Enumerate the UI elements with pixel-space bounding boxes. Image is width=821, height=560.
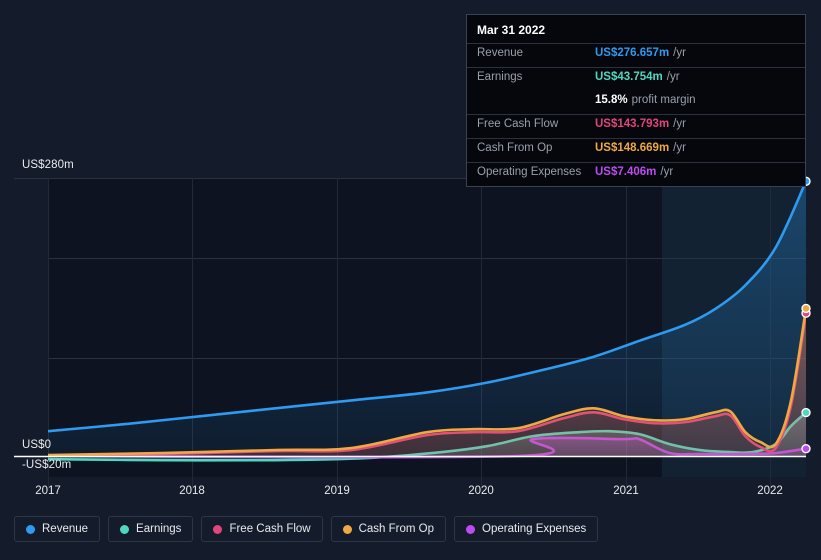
y-axis-bottom-label: -US$20m	[22, 459, 72, 471]
x-axis-tick-2019: 2019	[324, 485, 350, 497]
tooltip-value-revenue: US$276.657m	[595, 47, 670, 59]
financial-chart-page: US$280m US$0 -US$20m 2017 2018 2019 2020 202…	[0, 0, 821, 560]
legend-label: Free Cash Flow	[229, 523, 311, 535]
legend-label: Revenue	[42, 523, 89, 535]
legend-item-operating-expenses[interactable]: Operating Expenses	[454, 516, 599, 542]
tooltip-date: Mar 31 2022	[477, 23, 546, 37]
x-axis-tick-2018: 2018	[179, 485, 205, 497]
tooltip-key-revenue: Revenue	[477, 47, 524, 59]
legend-label: Operating Expenses	[482, 523, 587, 535]
x-axis-tick-2017: 2017	[35, 485, 61, 497]
legend-color-dot-icon	[213, 524, 223, 534]
tooltip-unit-earnings: /yr	[666, 71, 680, 83]
chart-legend: Revenue Earnings Free Cash Flow Cash From O…	[14, 516, 599, 542]
endpoint-marker-earnings[interactable]	[801, 407, 811, 418]
tooltip-row-profit-margin: 15.8% profit margin	[467, 91, 805, 114]
tooltip-label-profit-margin: profit margin	[631, 94, 696, 106]
tooltip-value-cash-from-op: US$148.669m	[595, 142, 670, 154]
tooltip-unit-cash-from-op: /yr	[673, 142, 686, 154]
y-axis-zero-label: US$0	[22, 439, 52, 451]
x-axis-tick-2020: 2020	[468, 485, 494, 497]
endpoint-marker-cash-from-op[interactable]	[801, 303, 811, 314]
y-axis-top-label: US$280m	[22, 159, 74, 171]
tooltip-row-cash-from-op: Cash From Op US$148.669m /yr	[467, 138, 805, 162]
legend-color-dot-icon	[120, 524, 130, 534]
tooltip-row-earnings: Earnings US$43.754m /yr	[467, 67, 805, 91]
legend-label: Cash From Op	[358, 523, 435, 535]
data-tooltip: Mar 31 2022 Revenue US$276.657m /yr Earn…	[466, 14, 806, 187]
tooltip-key-cash-from-op: Cash From Op	[477, 142, 553, 154]
tooltip-unit-operating-expenses: /yr	[660, 166, 674, 178]
legend-color-dot-icon	[26, 524, 35, 534]
x-axis-tick-2021: 2021	[613, 485, 639, 497]
tooltip-row-operating-expenses: Operating Expenses US$7.406m /yr	[467, 162, 805, 186]
legend-color-dot-icon	[342, 524, 352, 534]
tooltip-value-earnings: US$43.754m	[595, 71, 663, 83]
tooltip-value-free-cash-flow: US$143.793m	[595, 118, 670, 130]
tooltip-unit-free-cash-flow: /yr	[673, 118, 686, 130]
tooltip-key-operating-expenses: Operating Expenses	[477, 166, 582, 178]
legend-item-free-cash-flow[interactable]: Free Cash Flow	[201, 516, 323, 542]
tooltip-row-revenue: Revenue US$276.657m /yr	[467, 43, 805, 67]
x-axis-tick-2022: 2022	[757, 485, 783, 497]
tooltip-row-free-cash-flow: Free Cash Flow US$143.793m /yr	[467, 114, 805, 138]
legend-label: Earnings	[136, 523, 182, 535]
tooltip-key-free-cash-flow: Free Cash Flow	[477, 118, 559, 130]
legend-item-revenue[interactable]: Revenue	[14, 516, 101, 542]
tooltip-value-operating-expenses: US$7.406m	[595, 166, 657, 178]
endpoint-marker-operating-expenses[interactable]	[801, 443, 811, 454]
tooltip-value-profit-margin: 15.8%	[595, 94, 628, 106]
legend-item-cash-from-op[interactable]: Cash From Op	[330, 516, 447, 542]
tooltip-key-earnings: Earnings	[477, 71, 523, 83]
tooltip-unit-revenue: /yr	[673, 47, 686, 59]
legend-color-dot-icon	[466, 524, 476, 534]
legend-item-earnings[interactable]: Earnings	[108, 516, 194, 542]
